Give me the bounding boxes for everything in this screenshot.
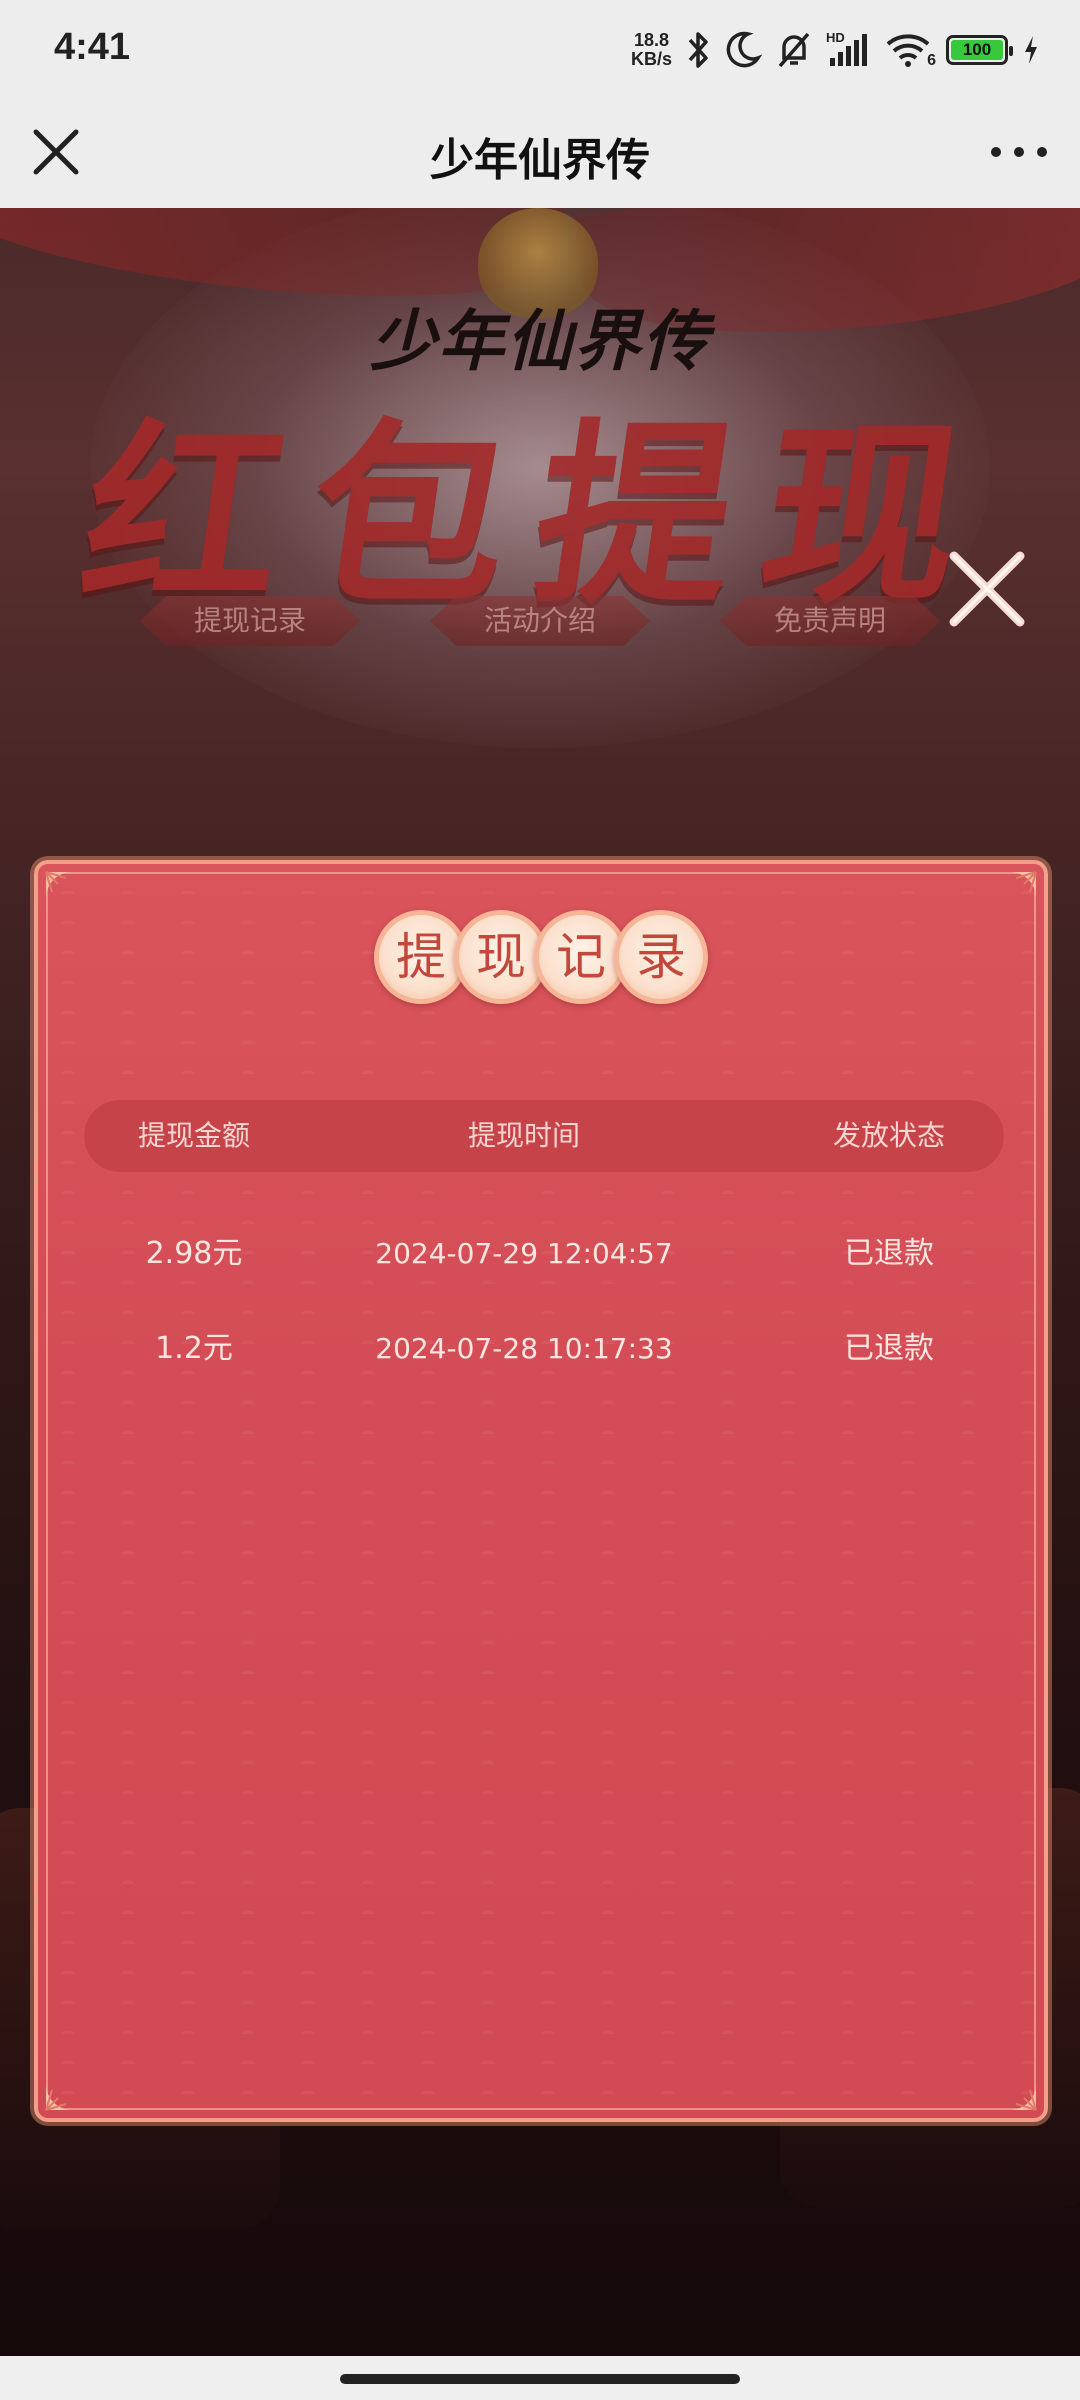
records-table-header: 提现金额 提现时间 发放状态 — [84, 1100, 1004, 1172]
table-row: 1.2元 2024-07-28 10:17:33 已退款 — [84, 1319, 1004, 1379]
status-icons: 18.8 KB/s HD 6 100 — [631, 26, 1040, 74]
column-header-amount: 提现金额 — [137, 1119, 250, 1152]
record-amount: 1.2元 — [155, 1331, 233, 1366]
corner-ornament-icon — [1010, 2084, 1037, 2111]
record-time: 2024-07-29 12:04:57 — [375, 1237, 673, 1270]
record-status: 已退款 — [844, 1236, 934, 1271]
home-indicator[interactable] — [340, 2374, 740, 2384]
nav-bar: 少年仙界传 — [0, 100, 1080, 208]
corner-ornament-icon — [45, 2084, 72, 2111]
withdraw-records-modal: 提 现 记 录 提现金额 提现时间 发放状态 2.98元 2024-07-29 … — [34, 860, 1048, 2122]
modal-inner-border — [46, 872, 1036, 2110]
wifi-indicator: 6 — [884, 30, 936, 70]
title-char: 录 — [614, 910, 708, 1004]
page-title: 少年仙界传 — [430, 135, 650, 186]
corner-ornament-icon — [1010, 871, 1037, 898]
modal-title: 提 现 记 录 — [38, 910, 1044, 1004]
tab-withdraw-records[interactable]: 提现记录 — [140, 596, 360, 646]
status-time: 4:41 — [54, 26, 131, 68]
tab-disclaimer[interactable]: 免责声明 — [720, 596, 940, 646]
corner-ornament-icon — [45, 871, 72, 898]
column-header-time: 提现时间 — [467, 1119, 580, 1152]
battery-level: 100 — [951, 40, 1003, 60]
status-bar: 4:41 18.8 KB/s HD 6 100 — [0, 0, 1080, 100]
battery-icon: 100 — [946, 35, 1013, 65]
network-speed: 18.8 KB/s — [630, 30, 672, 69]
game-background: 少年仙界传 红包提现 提现记录 活动介绍 免责声明 提 现 记 录 提现金额 提… — [0, 208, 1080, 2356]
record-status: 已退款 — [844, 1331, 934, 1366]
charging-icon — [1025, 36, 1037, 64]
modal-close-icon[interactable] — [944, 546, 1030, 632]
bluetooth-icon — [688, 32, 708, 68]
record-time: 2024-07-28 10:17:33 — [375, 1332, 673, 1365]
signal-icon — [830, 34, 867, 66]
table-row: 2.98元 2024-07-29 12:04:57 已退款 — [84, 1224, 1004, 1284]
banner-tabs: 提现记录 活动介绍 免责声明 — [0, 596, 1080, 652]
tab-activity-intro[interactable]: 活动介绍 — [430, 596, 650, 646]
moon-icon — [726, 31, 762, 68]
more-icon[interactable] — [984, 122, 1054, 182]
record-amount: 2.98元 — [145, 1236, 243, 1271]
column-header-status: 发放状态 — [832, 1119, 945, 1152]
signal-indicator: HD — [826, 30, 870, 70]
mute-bell-icon — [778, 32, 810, 68]
wifi-icon — [886, 34, 930, 67]
